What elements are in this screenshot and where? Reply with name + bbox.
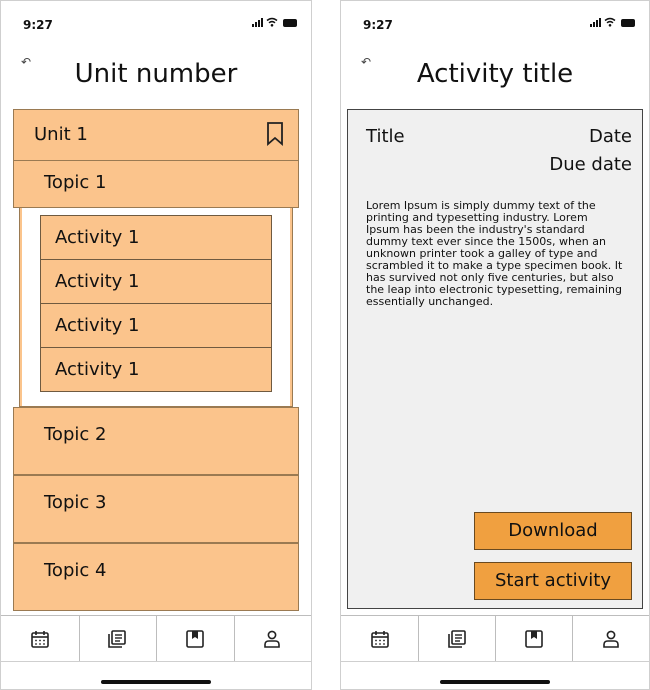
tab-bookmarks[interactable] [156, 616, 234, 662]
bookmark-icon[interactable] [266, 122, 284, 146]
topic-label: Topic 1 [44, 172, 107, 193]
container-edge [20, 208, 22, 406]
activity-date: Date [588, 126, 632, 147]
tab-profile[interactable] [572, 616, 649, 662]
status-icons [590, 17, 635, 27]
activity-due-date: Due date [549, 154, 632, 175]
topic-row[interactable]: Topic 2 [13, 407, 299, 475]
tab-profile[interactable] [233, 616, 312, 662]
unit-row[interactable]: Unit 1 [13, 109, 299, 161]
activity-screen: 9:27 ↶ Activity title Title Date Due dat… [340, 0, 650, 690]
screen-title: Unit number [74, 59, 238, 89]
tab-bar [1, 615, 311, 662]
activity-item[interactable]: Activity 1 [40, 347, 272, 392]
bookmark-icon [185, 630, 204, 648]
profile-icon [602, 630, 619, 648]
tab-calendar[interactable] [341, 616, 418, 662]
topic-row[interactable]: Topic 3 [13, 475, 299, 543]
activity-item[interactable]: Activity 1 [40, 259, 272, 304]
activity-list: Activity 1 Activity 1 Activity 1 Activit… [40, 215, 272, 392]
activity-list-container: Activity 1 Activity 1 Activity 1 Activit… [19, 207, 293, 407]
activity-item[interactable]: Activity 1 [40, 215, 272, 260]
status-icons [252, 17, 297, 27]
status-bar: 9:27 [1, 1, 311, 45]
status-bar: 9:27 [341, 1, 649, 45]
activity-label: Activity 1 [55, 271, 140, 292]
topic-row[interactable]: Topic 4 [13, 543, 299, 611]
status-time: 9:27 [363, 18, 393, 32]
wifi-icon [604, 17, 616, 27]
tab-library[interactable] [418, 616, 495, 662]
calendar-icon [370, 631, 389, 648]
activity-label: Activity 1 [55, 315, 140, 336]
topic-label: Topic 3 [44, 492, 107, 513]
activity-label: Activity 1 [55, 227, 140, 248]
activity-description: Lorem Ipsum is simply dummy text of the … [366, 199, 623, 308]
wifi-icon [266, 17, 278, 27]
unit-screen: 9:27 ↶ Unit number Unit 1 Topic 1 Activi… [0, 0, 312, 690]
calendar-icon [30, 631, 49, 648]
screen-title: Activity title [416, 59, 574, 89]
home-indicator [101, 680, 211, 684]
library-icon [447, 630, 466, 648]
unit-label: Unit 1 [34, 124, 88, 145]
home-indicator [440, 680, 550, 684]
activity-label: Activity 1 [55, 359, 140, 380]
battery-icon [621, 19, 635, 27]
activity-item[interactable]: Activity 1 [40, 303, 272, 348]
library-icon [108, 630, 127, 648]
topic-label: Topic 4 [44, 560, 107, 581]
activity-item-title: Title [366, 126, 405, 147]
status-time: 9:27 [23, 18, 53, 32]
start-activity-button[interactable]: Start activity [474, 562, 632, 600]
tab-library[interactable] [78, 616, 157, 662]
divider [1, 661, 311, 662]
container-edge [290, 208, 292, 406]
activity-detail-card: Title Date Due date Lorem Ipsum is simpl… [347, 109, 643, 609]
download-button[interactable]: Download [474, 512, 632, 550]
topic-label: Topic 2 [44, 424, 107, 445]
tab-calendar[interactable] [1, 616, 79, 662]
topic-row[interactable]: Topic 1 [13, 160, 299, 208]
tab-bookmarks[interactable] [495, 616, 572, 662]
divider [341, 661, 649, 662]
profile-icon [264, 630, 281, 648]
bookmark-icon [524, 630, 543, 648]
tab-bar [341, 615, 649, 662]
signal-icon [252, 18, 263, 27]
battery-icon [283, 19, 297, 27]
signal-icon [590, 18, 601, 27]
